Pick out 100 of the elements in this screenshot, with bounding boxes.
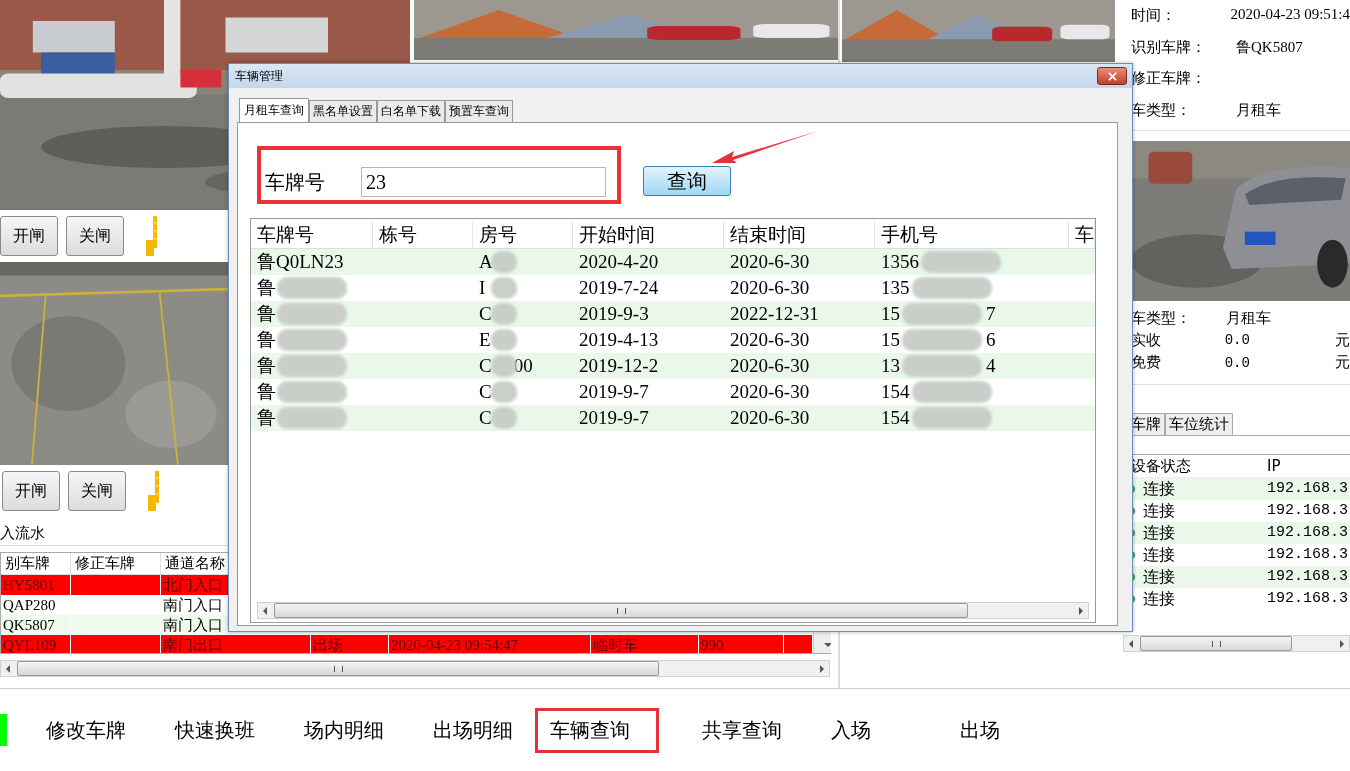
gate-button[interactable]: 关闸 bbox=[66, 216, 124, 256]
table-cell-text: C bbox=[479, 380, 492, 404]
nav-button[interactable]: 车辆查询 bbox=[535, 707, 659, 753]
table-cell-text: 2020-4-20 bbox=[579, 250, 659, 274]
blurred-patch bbox=[491, 277, 517, 299]
table-row[interactable]: 鲁 C 2019-9-7 2020-6-30 154 bbox=[251, 405, 1095, 431]
field-label: 车类型： bbox=[1131, 100, 1192, 120]
tab[interactable]: 黑名单设置 bbox=[309, 100, 377, 122]
column-header: 车牌号 bbox=[251, 221, 373, 248]
blurred-patch bbox=[491, 407, 517, 429]
column-header: 别车牌 bbox=[1, 553, 71, 574]
scrollbar[interactable] bbox=[257, 602, 1089, 619]
nav-button[interactable]: 入场 bbox=[816, 707, 945, 753]
blurred-patch bbox=[277, 355, 347, 377]
table-cell-text: 2019-7-24 bbox=[579, 276, 659, 300]
table-cell-text: 2020-6-30 bbox=[730, 354, 810, 378]
table-cell: 连接 bbox=[1143, 544, 1175, 566]
table-cell-text: 4 bbox=[986, 354, 996, 378]
table-cell: 990 bbox=[699, 635, 784, 653]
table-cell-text: 2020-6-30 bbox=[730, 276, 810, 300]
field-value: 鲁QK5807 bbox=[1236, 37, 1303, 57]
field-label: 车类型： bbox=[1131, 308, 1192, 328]
table-cell: 临时车 bbox=[591, 635, 699, 653]
table-cell-text: 192.168.3 bbox=[1266, 479, 1349, 499]
table-cell-text: 2019-4-13 bbox=[579, 328, 659, 352]
window-title: 车辆管理 bbox=[235, 67, 283, 85]
table-row[interactable]: 鲁 I 2019-7-24 2020-6-30 135 bbox=[251, 275, 1095, 301]
table-cell-text: 鲁 bbox=[257, 328, 276, 352]
nav-button[interactable]: 快速换班 bbox=[160, 707, 289, 753]
field-label: 免费 bbox=[1131, 353, 1162, 373]
column-header: 房号 bbox=[473, 221, 573, 248]
table-cell: 2020-04-23 09:54:47 bbox=[389, 635, 591, 653]
table-cell: 连接 bbox=[1143, 478, 1175, 500]
group-title: 入流水 bbox=[0, 523, 45, 543]
column-header: 修正车牌 bbox=[71, 553, 161, 574]
table-row[interactable]: 鲁 E 2019-4-13 2020-6-30 15 6 bbox=[251, 327, 1095, 353]
table-cell-text: 192.168.3 bbox=[1266, 501, 1349, 521]
table-cell-text: C bbox=[479, 302, 492, 326]
table-cell-text: C bbox=[479, 406, 492, 430]
nav-button[interactable]: 出场 bbox=[945, 707, 1074, 753]
field-value: 月租车 bbox=[1226, 308, 1271, 328]
table-cell-text: 2020-6-30 bbox=[730, 250, 810, 274]
table-row[interactable]: 鲁 C 2019-9-3 2022-12-31 15 7 bbox=[251, 301, 1095, 327]
blurred-patch bbox=[491, 303, 517, 325]
tab[interactable]: 车位统计 bbox=[1165, 413, 1233, 435]
unit-label: 元 bbox=[1335, 353, 1350, 373]
table-cell: 连接 bbox=[1143, 566, 1175, 588]
table-cell-text: 6 bbox=[986, 328, 996, 352]
blurred-patch bbox=[491, 329, 517, 351]
scrollbar[interactable] bbox=[1123, 635, 1350, 652]
scrollbar[interactable] bbox=[0, 660, 830, 677]
table-row[interactable]: 鲁Q0LN23 A 2020-4-20 2020-6-30 1356 bbox=[251, 249, 1095, 275]
field-label: 识别车牌： bbox=[1131, 37, 1207, 57]
table-row[interactable]: QYL109 南门出口 出场 2020-04-23 09:54:47 临时车 990 bbox=[1, 635, 813, 653]
field-label: 车牌号 bbox=[265, 168, 325, 196]
table-cell: 出场 bbox=[311, 635, 389, 653]
blurred-patch bbox=[277, 277, 347, 299]
table-row[interactable]: 鲁 C 00 2019-12-2 2020-6-30 13 4 bbox=[251, 353, 1095, 379]
table-cell-text: A bbox=[479, 250, 493, 274]
gate-button[interactable]: 关闸 bbox=[68, 471, 126, 511]
table-cell-text: 15 bbox=[881, 302, 900, 326]
table-cell-text: 00 bbox=[513, 354, 533, 378]
table-cell-text: 7 bbox=[986, 302, 996, 326]
tab[interactable]: 月租车查询 bbox=[239, 98, 309, 122]
close-icon bbox=[1107, 71, 1117, 81]
table-cell-text: 192.168.3 bbox=[1266, 523, 1349, 543]
field-value: 月租车 bbox=[1236, 100, 1281, 120]
field-value: 0.0 bbox=[1224, 332, 1251, 349]
tab[interactable]: 预置车查询 bbox=[445, 100, 513, 122]
nav-button[interactable]: 共享查询 bbox=[687, 707, 816, 753]
table-cell-text: 192.168.3 bbox=[1266, 589, 1349, 609]
table-cell-text: 鲁 bbox=[257, 302, 276, 326]
table-cell-text: 鲁 bbox=[257, 276, 276, 300]
table-cell-text: 2022-12-31 bbox=[730, 302, 819, 326]
table-cell-text: E bbox=[479, 328, 491, 352]
table-row[interactable]: 鲁 C 2019-9-7 2020-6-30 154 bbox=[251, 379, 1095, 405]
column-header: 结束时间 bbox=[724, 221, 875, 248]
search-button[interactable]: 查询 bbox=[643, 166, 731, 196]
table-cell-text: 鲁Q0LN23 bbox=[257, 250, 344, 274]
column-header: 开始时间 bbox=[573, 221, 724, 248]
column-header: 手机号 bbox=[875, 221, 1069, 248]
table-cell: 连接 bbox=[1143, 500, 1175, 522]
table-cell-text: 1356 bbox=[881, 250, 919, 274]
table-cell-text: 15 bbox=[881, 328, 900, 352]
blurred-patch bbox=[277, 407, 347, 429]
field-value: 0.0 bbox=[1224, 354, 1251, 371]
input-field[interactable]: 23 bbox=[361, 167, 606, 197]
tab[interactable]: 白名单下载 bbox=[377, 100, 445, 122]
blurred-patch bbox=[277, 303, 347, 325]
nav-button[interactable]: 场内明细 bbox=[289, 707, 418, 753]
nav-button[interactable]: 修改车牌 bbox=[31, 707, 160, 753]
table-cell-text: 鲁 bbox=[257, 354, 276, 378]
blurred-patch bbox=[277, 329, 347, 351]
gate-button[interactable]: 开闸 bbox=[0, 216, 58, 256]
table-cell-text: 135 bbox=[881, 276, 910, 300]
barrier-gate-icon bbox=[146, 216, 157, 256]
close-button[interactable] bbox=[1097, 67, 1127, 85]
gate-button[interactable]: 开闸 bbox=[2, 471, 60, 511]
table-cell: QYL109 bbox=[1, 635, 71, 653]
field-label: 修正车牌： bbox=[1131, 69, 1207, 89]
